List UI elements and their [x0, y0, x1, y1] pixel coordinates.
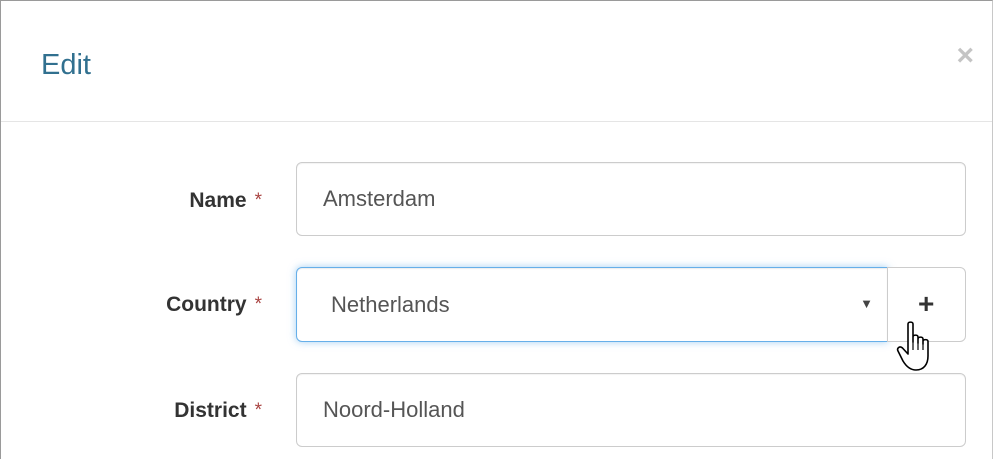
- district-input[interactable]: [296, 373, 966, 447]
- country-select-value: Netherlands: [331, 292, 450, 317]
- hand-pointer-icon: [896, 321, 929, 371]
- dialog-title: Edit: [41, 49, 91, 81]
- close-icon[interactable]: ×: [956, 41, 974, 71]
- district-label: District *: [174, 397, 262, 425]
- country-select[interactable]: Netherlands ▼: [296, 267, 888, 342]
- dialog-header: Edit ×: [1, 1, 992, 122]
- required-marker: *: [254, 400, 262, 421]
- country-label: Country *: [166, 291, 262, 319]
- name-input[interactable]: [296, 162, 966, 236]
- name-label: Name *: [189, 187, 262, 215]
- required-marker: *: [254, 190, 262, 211]
- edit-dialog: Edit × Name * Country * Netherlands ▼ + Di…: [0, 0, 993, 459]
- name-label-text: Name: [189, 189, 247, 212]
- country-label-text: Country: [166, 293, 247, 316]
- chevron-down-icon: ▼: [860, 296, 873, 311]
- plus-icon: +: [918, 288, 935, 319]
- district-label-text: District: [174, 399, 247, 422]
- required-marker: *: [254, 294, 262, 315]
